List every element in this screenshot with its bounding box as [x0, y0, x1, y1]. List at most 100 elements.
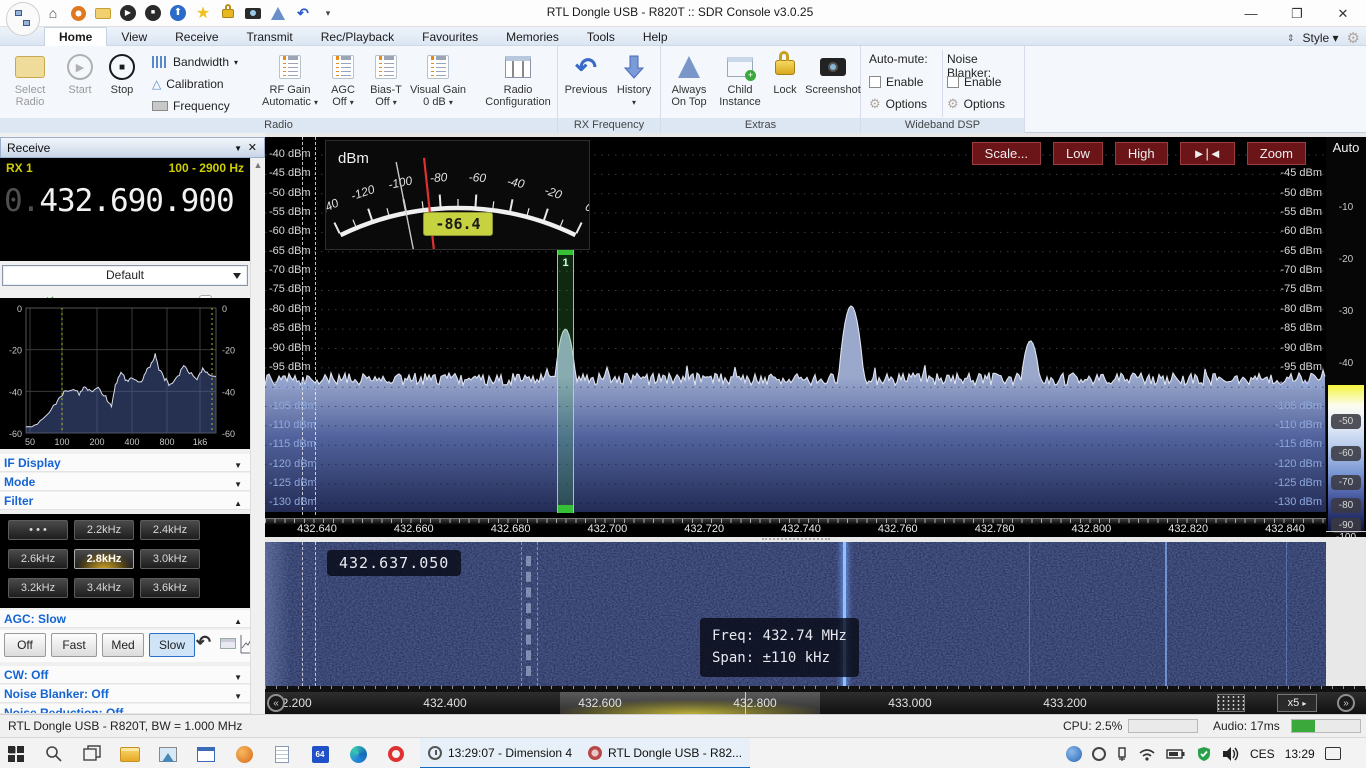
camera-icon[interactable]: [244, 4, 262, 22]
home-icon[interactable]: ⌂: [44, 4, 62, 22]
panel-scrollbar[interactable]: ▲ ▼: [250, 158, 265, 768]
always-on-top-icon[interactable]: [269, 4, 287, 22]
child-instance-button[interactable]: + ChildInstance: [715, 50, 765, 108]
receive-panel-header[interactable]: Receive ▼ ✕: [0, 137, 265, 158]
section-cw[interactable]: CW: Off▼: [0, 666, 250, 684]
collapse-ribbon-icon[interactable]: ⇕: [1287, 33, 1295, 44]
filter-button-2.4kHz[interactable]: 2.4kHz: [140, 520, 200, 540]
filter-button-2.6kHz[interactable]: 2.6kHz: [8, 549, 68, 569]
stop-icon[interactable]: ■: [144, 4, 162, 22]
notification-icon[interactable]: [1325, 747, 1341, 760]
opera-browser-icon[interactable]: [384, 742, 408, 766]
scale-chip[interactable]: -50: [1331, 414, 1361, 429]
panel-menu-icon[interactable]: ▼: [234, 144, 242, 153]
profile-dropdown[interactable]: Default: [2, 265, 248, 286]
minimize-button[interactable]: —: [1228, 0, 1274, 27]
tab-favourites[interactable]: Favourites: [408, 28, 492, 47]
waterfall-display[interactable]: 432.637.050 Freq: 432.74 MHz Span: ±110 …: [265, 542, 1326, 686]
section-if-display[interactable]: IF Display▼: [0, 454, 250, 472]
noise-blanker-enable-checkbox[interactable]: Enable: [947, 72, 1001, 92]
zoom-factor-button[interactable]: x5 ▸: [1277, 694, 1317, 712]
panel-close-icon[interactable]: ✕: [248, 141, 257, 154]
envelope-icon[interactable]: [220, 638, 236, 649]
agc-button-slow[interactable]: Slow: [149, 633, 195, 657]
history-button[interactable]: History▾: [612, 50, 656, 108]
filter-button-[interactable]: • • •: [8, 520, 68, 540]
start-button[interactable]: [4, 742, 28, 766]
lifering-icon[interactable]: [69, 4, 87, 22]
bias-t-menu[interactable]: Bias-TOff ▾: [364, 50, 408, 108]
keyboard-entry-button[interactable]: [1217, 694, 1245, 712]
tray-time[interactable]: 13:29: [1285, 747, 1315, 761]
tab-home[interactable]: Home: [44, 27, 107, 46]
tab-memories[interactable]: Memories: [492, 28, 573, 47]
maximize-button[interactable]: ❐: [1274, 0, 1320, 27]
filter-button-3.2kHz[interactable]: 3.2kHz: [8, 578, 68, 598]
tab-view[interactable]: View: [107, 28, 161, 47]
photos-app-icon[interactable]: [156, 742, 180, 766]
scroll-left-button[interactable]: «: [267, 694, 285, 712]
app-menu-button[interactable]: [6, 2, 40, 36]
edge-browser-icon[interactable]: [346, 742, 370, 766]
rf-gain-menu[interactable]: RF GainAutomatic ▾: [258, 50, 322, 108]
filter-button-2.2kHz[interactable]: 2.2kHz: [74, 520, 134, 540]
auto-scale-label[interactable]: Auto: [1326, 137, 1366, 155]
orange-app-icon[interactable]: [232, 742, 256, 766]
previous-button[interactable]: ↶ Previous: [562, 50, 610, 96]
section-noise-blanker[interactable]: Noise Blanker: Off▼: [0, 685, 250, 703]
tuned-frequency[interactable]: 0.432.690.900: [0, 175, 250, 219]
agc-button-med[interactable]: Med: [102, 633, 144, 657]
task-view-icon[interactable]: [80, 742, 104, 766]
spectrum-button-scale[interactable]: Scale...: [972, 142, 1041, 165]
tray-clock-icon[interactable]: [1092, 747, 1106, 761]
taskbar-app-dimension4[interactable]: 13:29:07 - Dimension 4: [420, 738, 580, 768]
undo-icon[interactable]: ↶: [196, 632, 211, 653]
auto-mute-options-button[interactable]: ⚙Options: [869, 94, 927, 114]
start-button[interactable]: ▶ Start: [60, 50, 100, 96]
play-icon[interactable]: ▶: [119, 4, 137, 22]
favourite-star-icon[interactable]: ★: [194, 4, 212, 22]
up-arrow-icon[interactable]: ⬆: [169, 4, 187, 22]
always-on-top-button[interactable]: AlwaysOn Top: [665, 50, 713, 108]
waterfall-color-scale[interactable]: Auto -10-20-30-40 -50-60-70-80-90 -100: [1326, 137, 1366, 537]
toolbar-overflow-icon[interactable]: ▾: [319, 4, 337, 22]
auto-mute-enable-checkbox[interactable]: Enable: [869, 72, 923, 92]
spectrum-button-low[interactable]: Low: [1053, 142, 1103, 165]
style-menu[interactable]: Style ▾: [1303, 31, 1339, 45]
frequency-readout[interactable]: RX 1 100 - 2900 Hz 0.432.690.900: [0, 158, 250, 261]
usb-icon[interactable]: [1116, 746, 1128, 762]
app-window-icon[interactable]: [194, 742, 218, 766]
visual-gain-menu[interactable]: Visual Gain0 dB ▾: [408, 50, 468, 108]
battery-icon[interactable]: [1166, 748, 1186, 760]
folder-icon[interactable]: [94, 4, 112, 22]
spectrum-display[interactable]: 1 -40 dBm-45 dBm-50 dBm-55 dBm-60 dBm-65…: [265, 137, 1326, 537]
agc-button-off[interactable]: Off: [4, 633, 46, 657]
scale-chip[interactable]: -80: [1331, 498, 1361, 513]
band-navigation-bar[interactable]: 432.200432.400432.600432.800433.000433.2…: [265, 692, 1366, 714]
tray-app-icon[interactable]: [1066, 746, 1082, 762]
spectrum-button-zoom[interactable]: Zoom: [1247, 142, 1306, 165]
notepad-icon[interactable]: [270, 742, 294, 766]
taskbar-app-sdr-console[interactable]: RTL Dongle USB - R82...: [580, 738, 750, 768]
tab-transmit[interactable]: Transmit: [233, 28, 307, 47]
frequency-axis[interactable]: 432.640432.660432.680432.700432.720432.7…: [265, 518, 1326, 537]
scale-chip[interactable]: -70: [1331, 475, 1361, 490]
tab-help[interactable]: Help: [629, 28, 682, 47]
calibration-menu[interactable]: △ Calibration: [152, 74, 224, 94]
undo-icon[interactable]: ↶: [294, 4, 312, 22]
scale-chip[interactable]: -60: [1331, 446, 1361, 461]
lock-icon[interactable]: [219, 4, 237, 22]
tab-tools[interactable]: Tools: [573, 28, 629, 47]
filter-button-3.4kHz[interactable]: 3.4kHz: [74, 578, 134, 598]
scroll-right-button[interactable]: »: [1337, 694, 1355, 712]
speaker-icon[interactable]: [1222, 746, 1240, 762]
tab-recplayback[interactable]: Rec/Playback: [307, 28, 408, 47]
screenshot-button[interactable]: Screenshot: [805, 50, 861, 96]
spectrum-button-[interactable]: ►|◄: [1180, 142, 1235, 165]
section-noise-reduction[interactable]: Noise Reduction: Off▼: [0, 704, 250, 714]
filter-button-3.6kHz[interactable]: 3.6kHz: [140, 578, 200, 598]
noise-blanker-options-button[interactable]: ⚙Options: [947, 94, 1005, 114]
section-mode[interactable]: Mode▼: [0, 473, 250, 491]
bandwidth-menu[interactable]: Bandwidth▾: [152, 52, 238, 72]
agc-menu[interactable]: AGCOff ▾: [322, 50, 364, 108]
